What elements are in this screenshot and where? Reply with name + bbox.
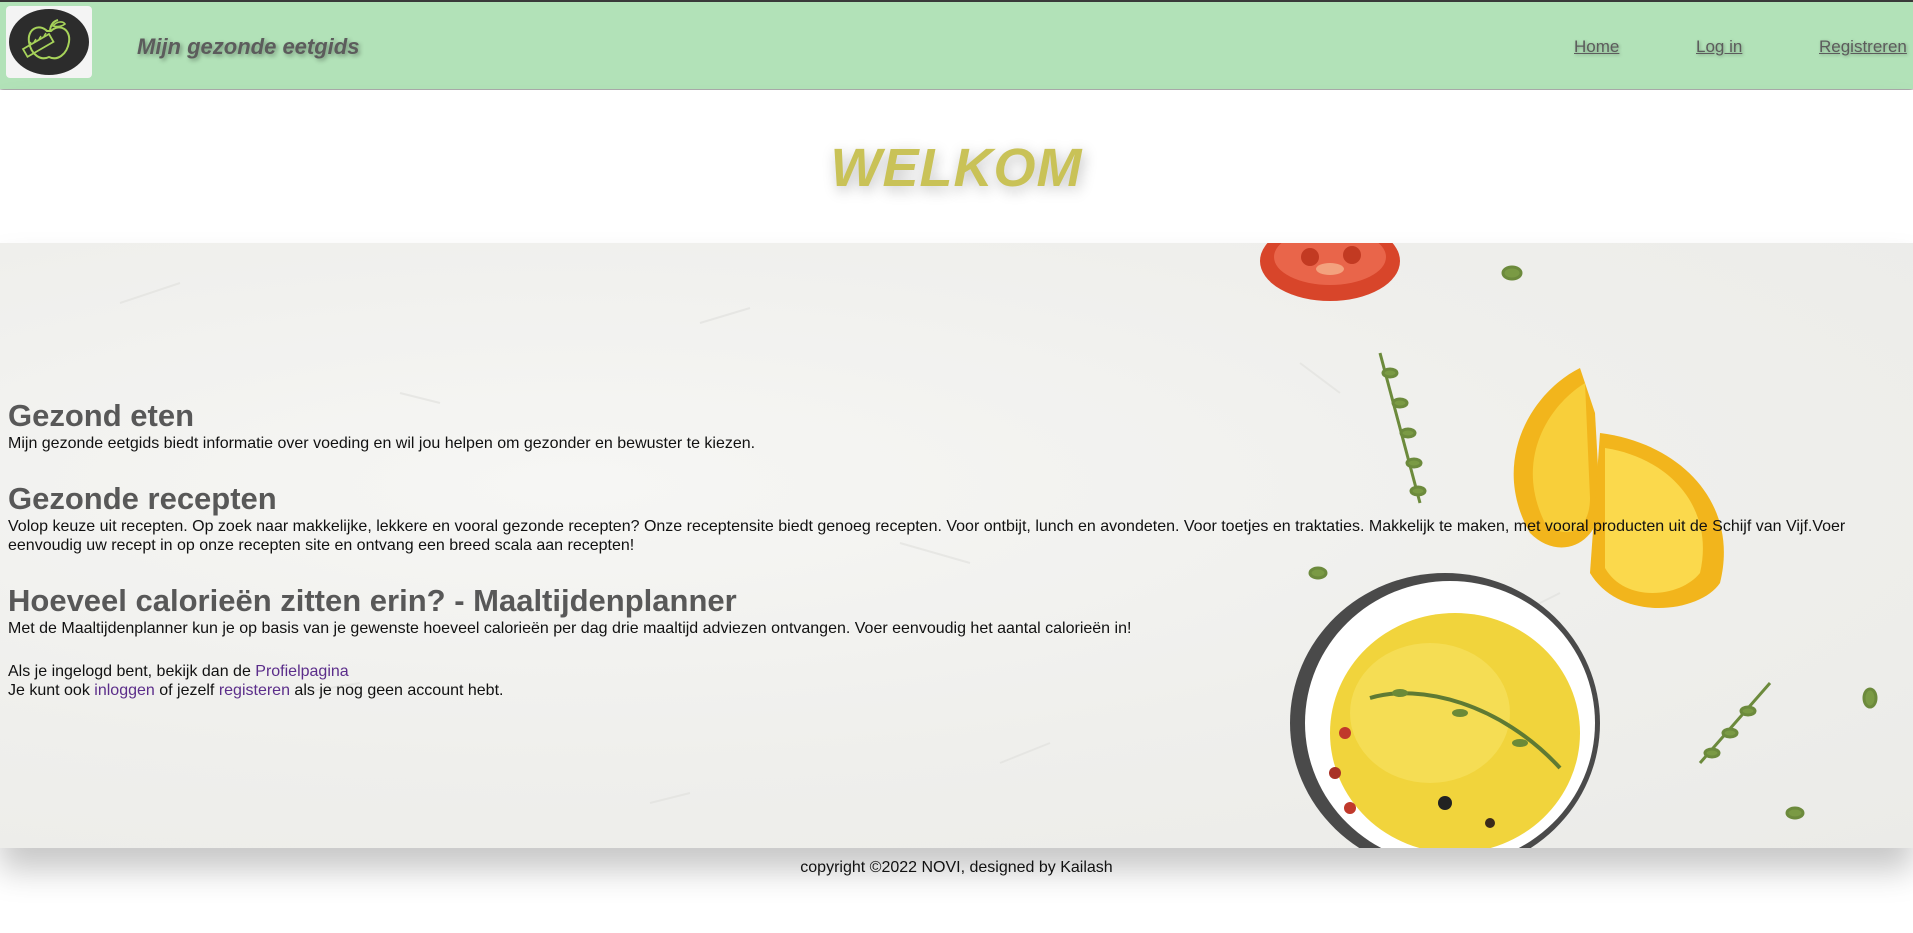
text-healthy-eating: Mijn gezonde eetgids biedt informatie ov… (8, 435, 756, 452)
tomato-slice (1260, 243, 1400, 301)
site-header: Mijn gezonde eetgids Home Log in Registr… (0, 2, 1913, 89)
text-calories: Met de Maaltijdenplanner kun je op basis… (8, 620, 1132, 637)
nav-link-login[interactable]: Log in (1696, 37, 1742, 57)
apple-measuring-tape-logo-icon (9, 9, 89, 75)
nav-link-register[interactable]: Registreren (1819, 37, 1907, 57)
heading-healthy-eating: Gezond eten (8, 398, 195, 433)
nav-link-home[interactable]: Home (1574, 37, 1619, 57)
account-line-profile: Als je ingelogd bent, bekijk dan de Prof… (8, 662, 1898, 681)
text-healthy-recipes: Volop keuze uit recepten. Op zoek naar m… (8, 518, 1846, 554)
welcome-title: WELKOM (830, 138, 1083, 198)
section-calories: Hoeveel calorieën zitten erin? - Maaltij… (8, 583, 1898, 638)
profile-prefix: Als je ingelogd bent, bekijk dan de (8, 663, 256, 680)
account-info: Als je ingelogd bent, bekijk dan de Prof… (8, 662, 1898, 700)
logo[interactable] (6, 6, 92, 78)
main-content: Gezond eten Mijn gezonde eetgids biedt i… (8, 398, 1898, 700)
site-footer: copyright ©2022 NOVI, designed by Kailas… (800, 859, 1113, 876)
login-link[interactable]: inloggen (94, 682, 155, 699)
welcome-banner: WELKOM (0, 90, 1913, 243)
heading-calories: Hoeveel calorieën zitten erin? - Maaltij… (8, 583, 737, 618)
register-link[interactable]: registeren (219, 682, 290, 699)
heading-healthy-recipes: Gezonde recepten (8, 481, 277, 516)
section-healthy-recipes: Gezonde recepten Volop keuze uit recepte… (8, 481, 1898, 555)
login-prefix: Je kunt ook (8, 682, 95, 699)
site-title: Mijn gezonde eetgids (137, 34, 360, 59)
login-middle: of jezelf (154, 682, 219, 699)
login-suffix: als je nog geen account hebt. (289, 682, 504, 699)
hero-section: Gezond eten Mijn gezonde eetgids biedt i… (0, 243, 1913, 848)
profile-link[interactable]: Profielpagina (255, 663, 348, 680)
account-line-login: Je kunt ook inloggen of jezelf registere… (8, 681, 1898, 700)
section-healthy-eating: Gezond eten Mijn gezonde eetgids biedt i… (8, 398, 1898, 453)
